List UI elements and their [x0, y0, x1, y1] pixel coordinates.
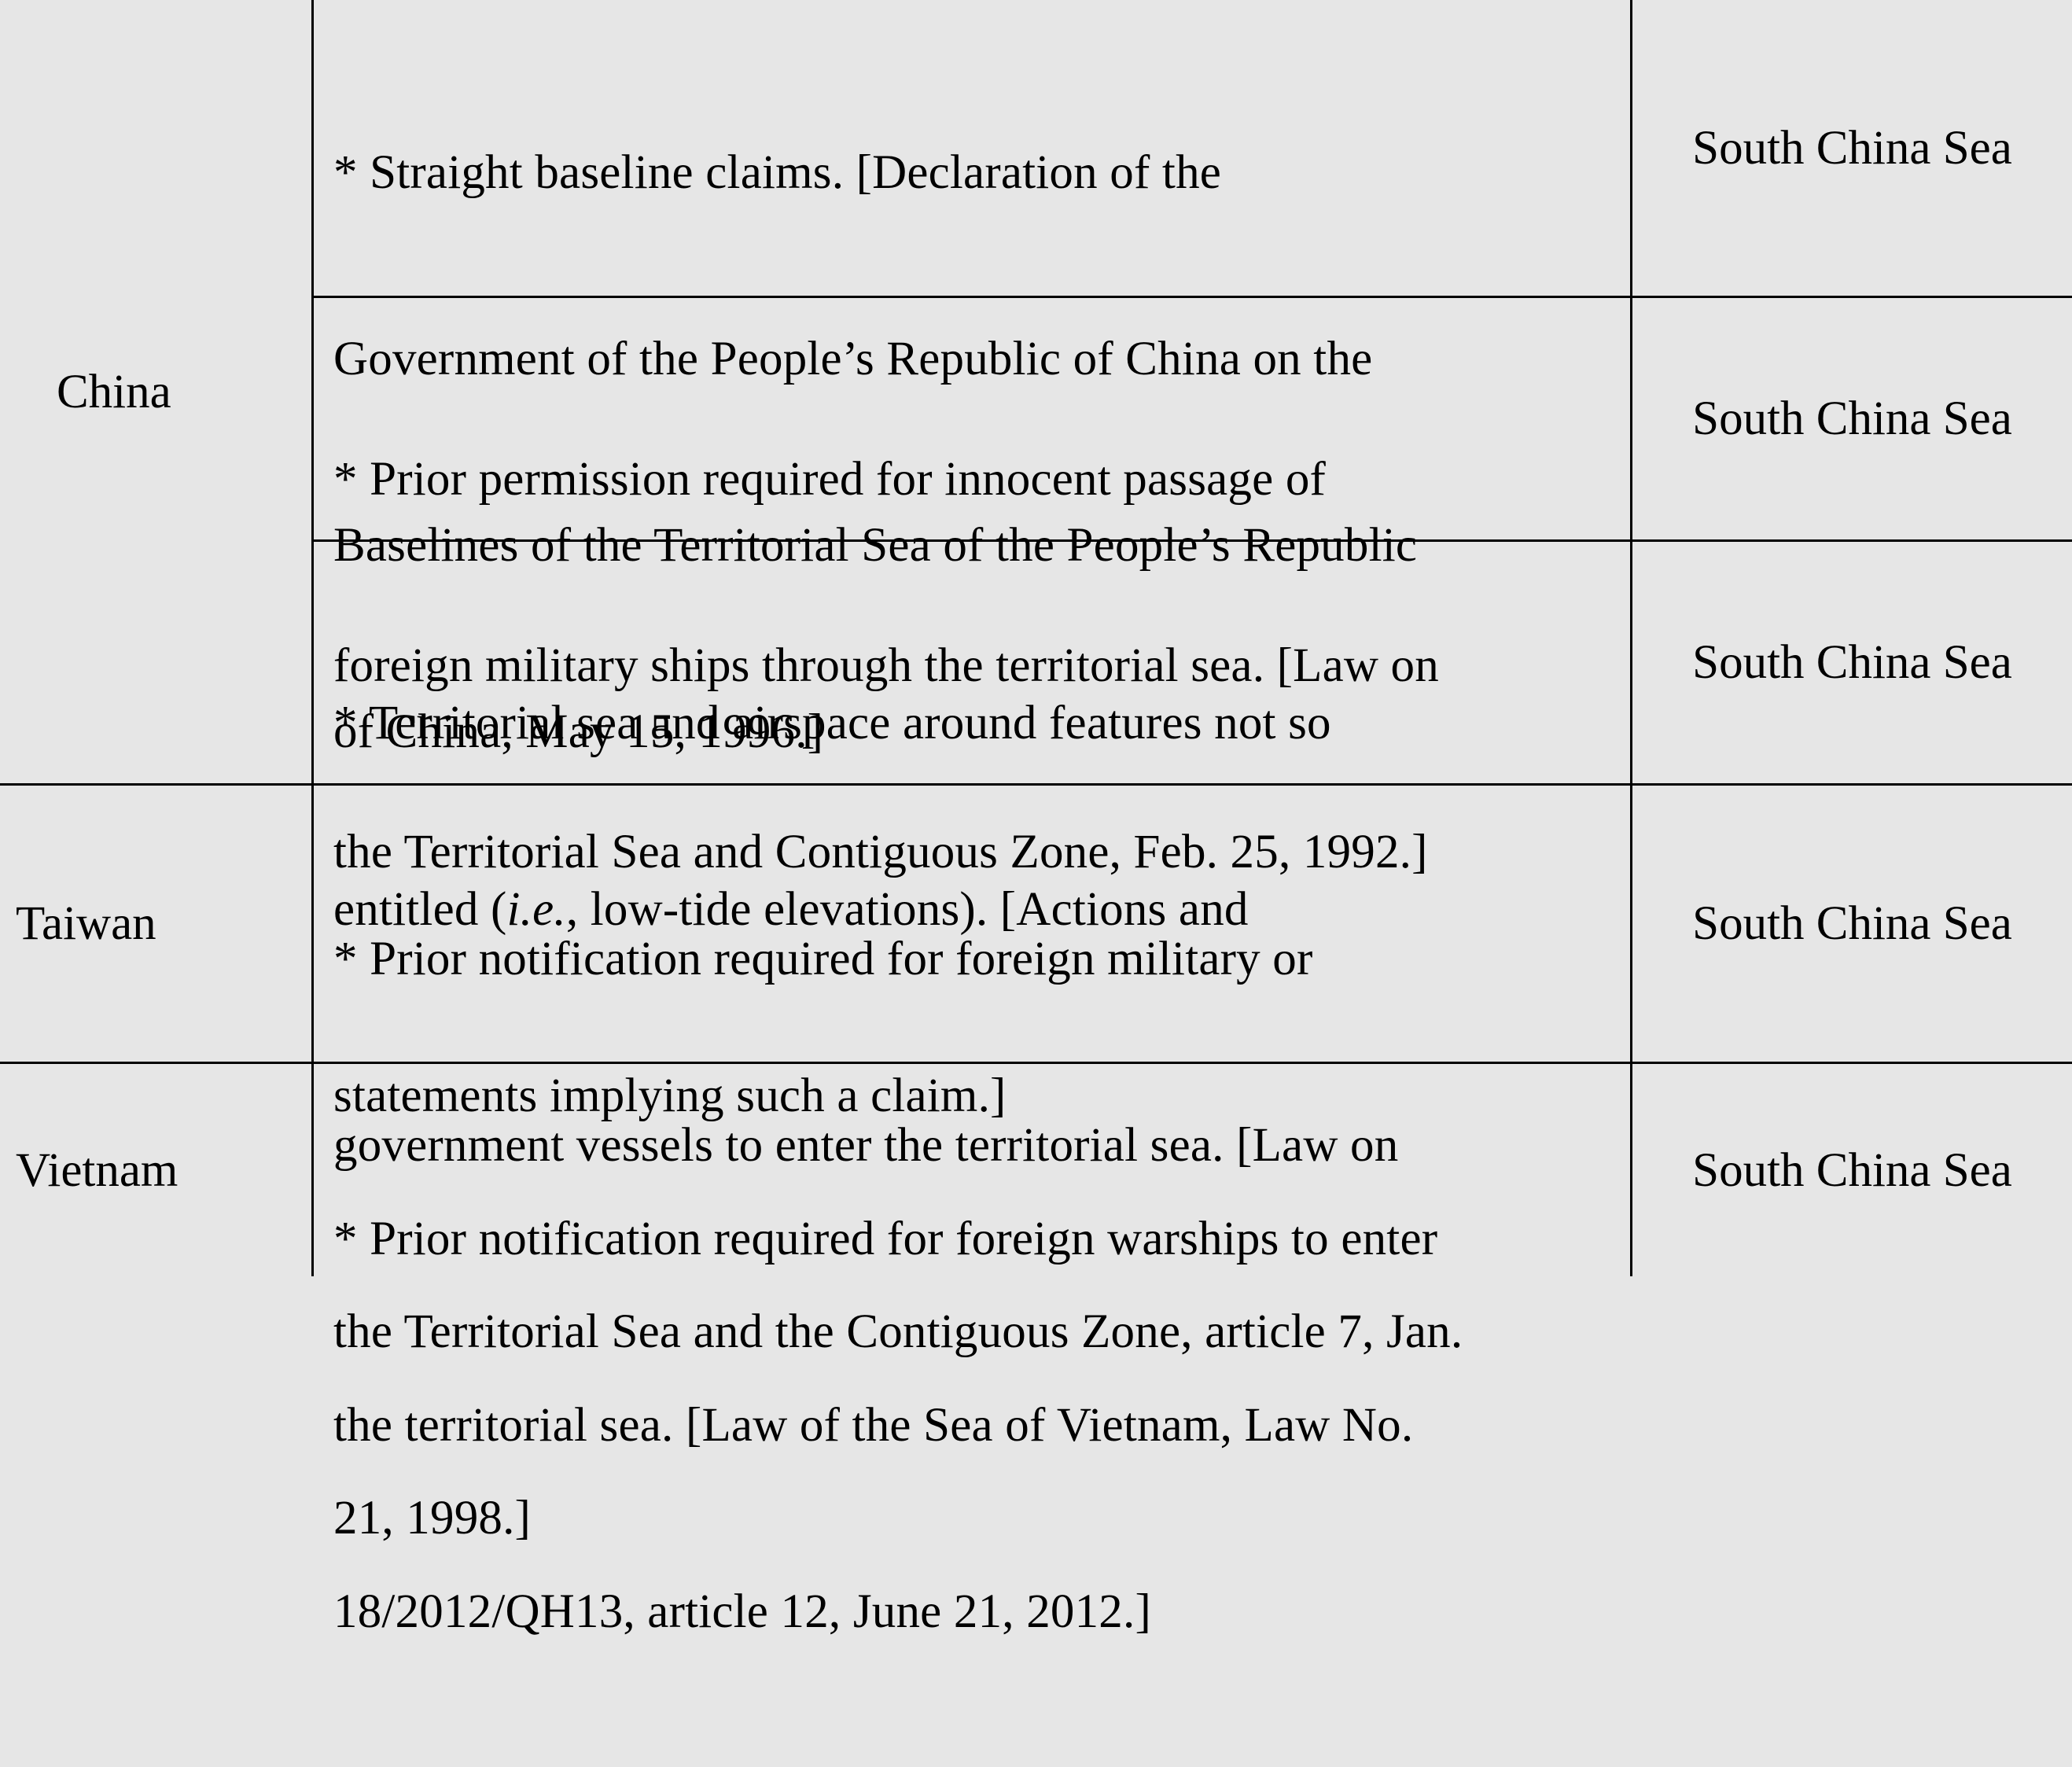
- region-cell: South China Sea: [1632, 298, 2072, 539]
- description-line: * Straight baseline claims. [Declaration…: [333, 146, 1222, 199]
- region-cell: South China Sea: [1632, 542, 2072, 783]
- region-name: South China Sea: [1692, 121, 2012, 175]
- region-name: South China Sea: [1692, 392, 2012, 445]
- description-cell: * Prior notification required for foreig…: [326, 1084, 1623, 1638]
- region-cell: South China Sea: [1632, 0, 2072, 296]
- region-name: South China Sea: [1692, 1143, 2012, 1197]
- description-cell: * Prior permission required for innocent…: [326, 324, 1623, 878]
- description-line: * Prior notification required for foreig…: [333, 1213, 1438, 1265]
- country-name: China: [57, 365, 171, 418]
- country-cell-china: China: [57, 0, 308, 783]
- description-cell: * Straight baseline claims. [Declaration…: [326, 17, 1623, 758]
- description-cell: * Territorial sea and airspace around fe…: [326, 568, 1623, 1122]
- description-line: 18/2012/QH13, article 12, June 21, 2012.…: [333, 1585, 1151, 1638]
- country-name: Taiwan: [16, 897, 156, 950]
- region-cell: South China Sea: [1632, 786, 2072, 1062]
- country-cell-taiwan: Taiwan: [16, 786, 307, 1062]
- claims-table: China * Straight baseline claims. [Decla…: [0, 0, 2072, 1638]
- description-line: * Prior notification required for foreig…: [333, 933, 1313, 985]
- country-cell-vietnam: Vietnam: [16, 1064, 307, 1276]
- region-name: South China Sea: [1692, 897, 2012, 950]
- country-name: Vietnam: [16, 1143, 178, 1197]
- region-name: South China Sea: [1692, 636, 2012, 689]
- description-line: the territorial sea. [Law of the Sea of …: [333, 1399, 1414, 1452]
- description-cell: * Prior notification required for foreig…: [326, 804, 1623, 1544]
- description-line: * Territorial sea and airspace around fe…: [333, 697, 1331, 749]
- description-line: * Prior permission required for innocent…: [333, 453, 1327, 506]
- column-divider: [311, 0, 314, 1276]
- region-cell: South China Sea: [1632, 1064, 2072, 1276]
